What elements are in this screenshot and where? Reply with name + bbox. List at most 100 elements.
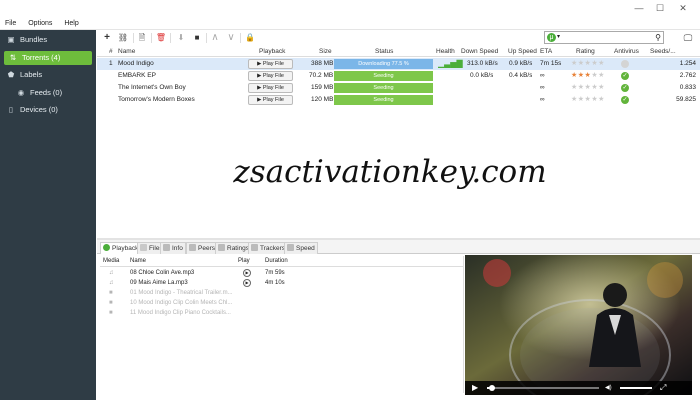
detail-tabs: Playback Files Info Peers Ratings Tracke… — [97, 240, 700, 254]
rating-stars[interactable]: ★★★★★ — [571, 70, 605, 82]
torrent-row[interactable]: Tomorrow's Modern Boxes ▶ Play File 120 … — [97, 94, 700, 106]
column-health[interactable]: Health — [436, 46, 455, 57]
tab-speed[interactable]: Speed — [284, 242, 318, 254]
move-up-button[interactable]: ∧ — [208, 31, 222, 45]
status-bar: Seeding — [334, 83, 433, 93]
stop-button[interactable]: ■ — [190, 31, 204, 45]
status-bar: Downloading 77.5 % — [334, 59, 433, 69]
volume-icon[interactable]: ◀) — [605, 381, 612, 395]
column-file-name[interactable]: Name — [130, 256, 146, 265]
sidebar-item-devices[interactable]: ▯ Devices (0) — [6, 103, 58, 117]
column-antivirus[interactable]: Antivirus — [614, 46, 639, 57]
column-size[interactable]: Size — [319, 46, 332, 57]
rating-stars[interactable]: ★★★★★ — [571, 82, 605, 94]
torrent-row[interactable]: 1 Mood Indigo ▶ Play File 388 MB Downloa… — [97, 58, 700, 70]
file-row[interactable]: ♫ 08 Chloe Colin Ave.mp3 ▶ 7m 59s — [100, 269, 463, 278]
column-duration[interactable]: Duration — [265, 256, 288, 265]
column-rating[interactable]: Rating — [576, 46, 595, 57]
column-play[interactable]: Play — [238, 256, 250, 265]
unlock-icon[interactable]: 🔒 — [243, 31, 257, 45]
video-player[interactable]: ▶ ◀) ⤢ — [465, 255, 692, 395]
column-number[interactable]: # — [109, 46, 113, 57]
menu-options[interactable]: Options — [23, 17, 57, 30]
rating-empty: ★★★★★ — [571, 84, 605, 91]
column-playback[interactable]: Playback — [259, 46, 285, 57]
seek-bar[interactable] — [487, 385, 599, 391]
sidebar-item-label: Devices (0) — [20, 105, 58, 114]
seek-handle[interactable] — [489, 385, 495, 391]
column-up-speed[interactable]: Up Speed — [508, 46, 537, 57]
menu-file[interactable]: File — [0, 17, 21, 30]
file-row[interactable]: ♫ 09 Mais Aime La.mp3 ▶ 4m 10s — [100, 279, 463, 288]
column-status[interactable]: Status — [375, 46, 393, 57]
tab-label: Info — [172, 245, 183, 252]
files-icon — [140, 244, 147, 251]
torrent-list-header: # Name Playback Size Status Health Down … — [97, 46, 700, 57]
play-button[interactable]: ▶ — [472, 381, 478, 395]
torrent-row[interactable]: EMBARK EP ▶ Play File 70.2 MB Seeding 0.… — [97, 70, 700, 82]
play-file-button[interactable]: ▶ Play File — [248, 71, 293, 81]
column-down-speed[interactable]: Down Speed — [461, 46, 498, 57]
create-torrent-button[interactable]: 🗎 — [135, 31, 149, 45]
fullscreen-icon[interactable]: ⤢ — [660, 381, 666, 395]
sidebar-item-bundles[interactable]: ▣ Bundles — [6, 33, 47, 47]
rating-stars[interactable]: ★★★★★ — [571, 58, 605, 70]
health-icon: ▁▃▅▇ — [438, 59, 463, 68]
rating-stars[interactable]: ★★★★★ — [571, 94, 605, 106]
maximize-button[interactable]: ☐ — [653, 2, 667, 14]
sidebar-item-feeds[interactable]: ◉ Feeds (0) — [16, 86, 62, 100]
column-name[interactable]: Name — [118, 46, 135, 57]
remote-icon[interactable]: 🖵 — [681, 31, 695, 45]
eta: ∞ — [540, 96, 545, 103]
sidebar-item-torrents[interactable]: ⇅ Torrents (4) — [4, 51, 92, 65]
minimize-button[interactable]: — — [632, 2, 646, 14]
antivirus-ok-icon: ✓ — [621, 96, 629, 104]
file-row[interactable]: ■ 01 Mood Indigo - Theatrical Trailer.m.… — [100, 289, 463, 298]
sidebar-item-label: Torrents (4) — [22, 53, 61, 62]
tab-peers[interactable]: Peers — [186, 242, 218, 254]
file-row[interactable]: ■ 10 Mood Indigo Clip Colin Meets Chl... — [100, 299, 463, 308]
file-name: 10 Mood Indigo Clip Colin Meets Chl... — [130, 300, 233, 306]
torrent-row[interactable]: The Internet's Own Boy ▶ Play File 159 M… — [97, 82, 700, 94]
sidebar-item-labels[interactable]: ⬟ Labels — [6, 68, 42, 82]
play-file-button[interactable]: ▶ Play File — [248, 59, 293, 69]
play-icon[interactable]: ▶ — [243, 269, 251, 277]
file-row[interactable]: ■ 11 Mood Indigo Clip Piano Cocktails... — [100, 309, 463, 318]
torrent-name: Tomorrow's Modern Boxes — [118, 96, 195, 103]
chevron-down-icon: ▾ — [557, 34, 561, 40]
torrent-size: 159 MB — [311, 84, 334, 91]
volume-slider[interactable] — [620, 387, 652, 389]
column-eta[interactable]: ETA — [540, 46, 552, 57]
search-icon[interactable]: ⚲ — [655, 32, 661, 43]
tab-info[interactable]: Info — [160, 242, 186, 254]
rating-empty: ★★★★★ — [571, 96, 605, 103]
move-down-button[interactable]: ∨ — [224, 31, 238, 45]
column-media[interactable]: Media — [103, 256, 119, 265]
start-button[interactable]: ⬇ — [174, 31, 188, 45]
files-pane-divider — [463, 256, 464, 393]
video-icon: ■ — [109, 310, 113, 316]
video-icon: ■ — [109, 290, 113, 296]
label-icon: ⬟ — [7, 70, 15, 79]
add-torrent-button[interactable]: + — [100, 31, 114, 45]
play-file-button[interactable]: ▶ Play File — [248, 95, 293, 105]
tab-ratings[interactable]: Ratings — [215, 242, 253, 254]
video-icon: ■ — [109, 300, 113, 306]
tab-playback[interactable]: Playback — [100, 242, 142, 254]
sidebar-item-label: Bundles — [20, 35, 48, 44]
tab-trackers[interactable]: Trackers — [248, 242, 289, 254]
status-bar: Seeding — [334, 95, 433, 105]
eta: 7m 15s — [540, 60, 562, 67]
toolbar: + ⛓ 🗎 🗑 ⬇ ■ ∧ ∨ 🔒 μ ▾ ⚲ 🖵 — [97, 30, 700, 46]
sidebar: ▣ Bundles ⇅ Torrents (4) ⬟ Labels ◉ Feeds (0… — [0, 30, 96, 400]
menu-help[interactable]: Help — [59, 17, 83, 30]
play-icon[interactable]: ▶ — [243, 279, 251, 287]
remove-button[interactable]: 🗑 — [154, 31, 168, 45]
column-seeds[interactable]: Seeds/... — [650, 46, 676, 57]
torrents-icon: ⇅ — [9, 53, 17, 62]
torrent-size: 120 MB — [311, 96, 334, 103]
play-file-button[interactable]: ▶ Play File — [248, 83, 293, 93]
close-button[interactable]: ✕ — [676, 2, 690, 14]
search-box[interactable]: μ ▾ ⚲ — [544, 31, 664, 44]
add-link-button[interactable]: ⛓ — [116, 31, 130, 45]
